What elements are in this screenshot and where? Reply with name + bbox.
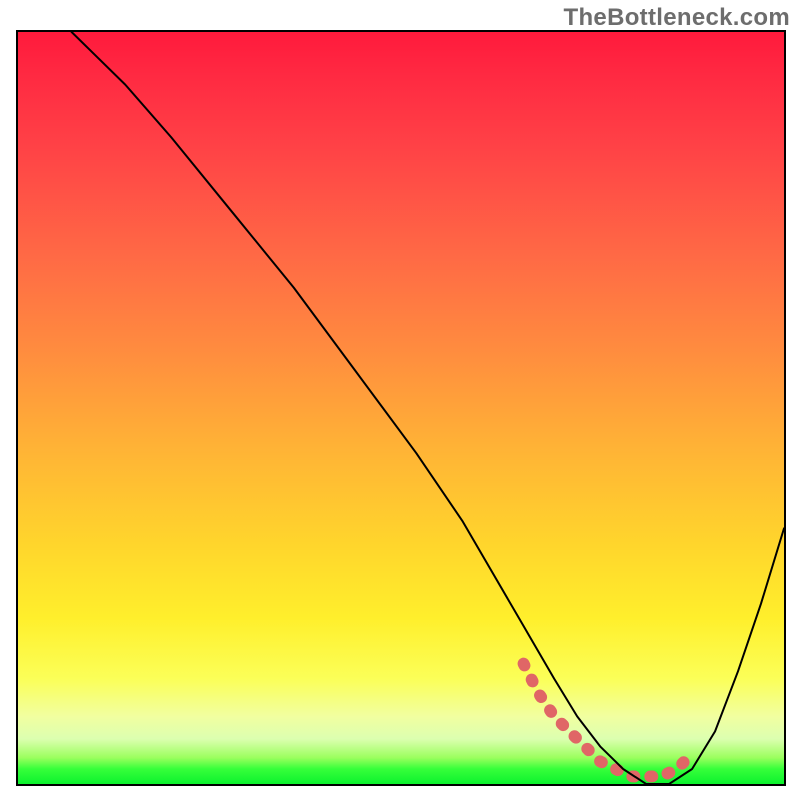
curve-overlay [18,32,784,784]
bottleneck-curve [72,32,784,784]
plot-area [16,30,786,786]
watermark-label: TheBottleneck.com [564,4,790,32]
optimal-range-highlight [524,664,693,777]
chart-frame: TheBottleneck.com [0,0,800,800]
